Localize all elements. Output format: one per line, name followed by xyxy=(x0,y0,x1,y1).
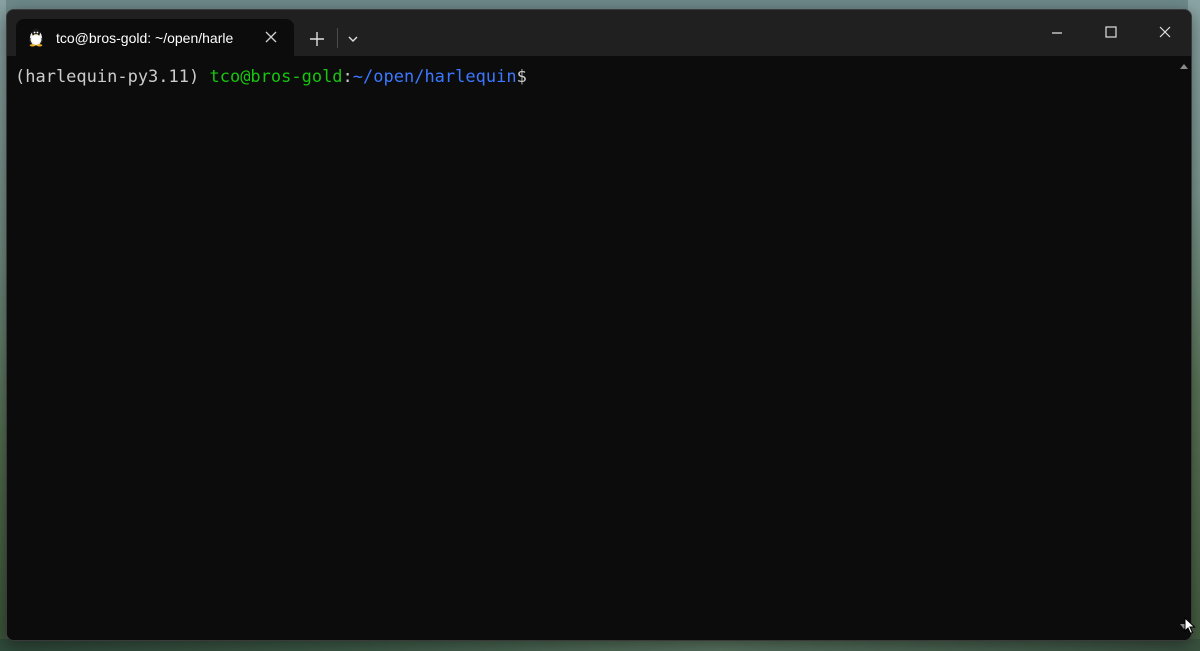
maximize-icon xyxy=(1105,26,1117,38)
new-tab-button[interactable] xyxy=(304,26,330,52)
prompt-line: (harlequin-py3.11) tco@bros-gold:~/open/… xyxy=(15,66,527,88)
tab-active[interactable]: tco@bros-gold: ~/open/harle xyxy=(16,19,294,56)
tab-close-button[interactable] xyxy=(260,26,282,48)
minimize-button[interactable] xyxy=(1030,10,1084,56)
plus-icon xyxy=(310,32,324,46)
prompt-path: ~/open/harlequin xyxy=(352,67,517,87)
prompt-env: (harlequin-py3.11) xyxy=(15,67,200,87)
tab-dropdown-button[interactable] xyxy=(341,26,365,52)
title-bar[interactable]: tco@bros-gold: ~/open/harle xyxy=(7,10,1191,56)
terminal-area[interactable]: (harlequin-py3.11) tco@bros-gold:~/open/… xyxy=(7,56,1191,640)
close-icon xyxy=(1159,26,1171,38)
prompt-user-host: tco@bros-gold xyxy=(209,67,343,87)
tab-separator xyxy=(337,28,338,48)
maximize-button[interactable] xyxy=(1084,10,1138,56)
terminal-window: tco@bros-gold: ~/open/harle (harlequin-p… xyxy=(6,9,1192,641)
prompt-symbol: $ xyxy=(516,67,527,87)
chevron-down-icon xyxy=(348,36,358,42)
scroll-up-arrow-icon[interactable] xyxy=(1180,64,1188,69)
prompt-separator: : xyxy=(342,67,353,87)
close-icon xyxy=(265,31,277,43)
minimize-icon xyxy=(1052,32,1062,34)
linux-penguin-icon xyxy=(28,28,44,47)
close-window-button[interactable] xyxy=(1138,10,1191,56)
mouse-pointer-icon xyxy=(1184,617,1196,635)
scrollbar[interactable] xyxy=(1175,56,1191,640)
tab-title: tco@bros-gold: ~/open/harle xyxy=(56,30,234,46)
